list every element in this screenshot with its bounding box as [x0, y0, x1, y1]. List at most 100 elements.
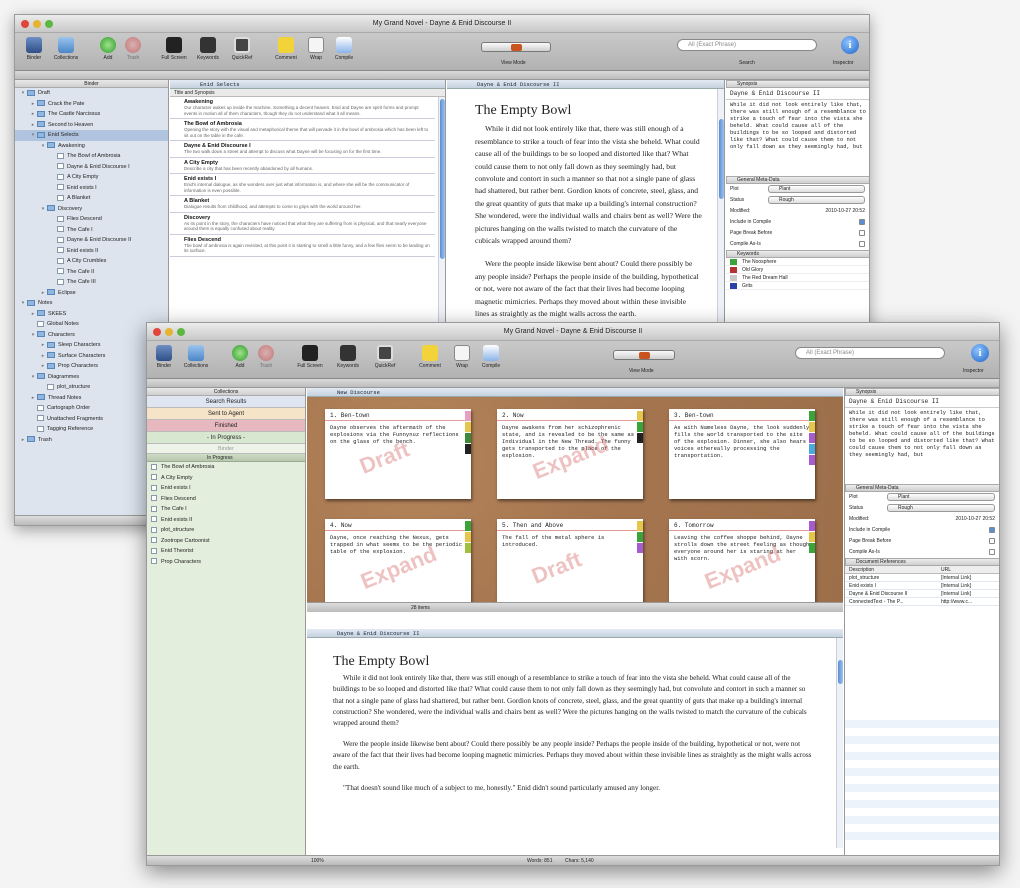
binder-item[interactable]: ▸ The Castle Narcissus [15, 109, 168, 120]
binder-item[interactable]: Dayne & Enid Discourse I [15, 162, 168, 173]
keyword-item[interactable]: The Red Dream Hall [726, 274, 869, 282]
index-card[interactable]: 2. Now Dayne awakens from her schizophren… [497, 409, 643, 499]
trash-button[interactable]: Trash [116, 37, 150, 61]
keyword-item[interactable]: Old Glory [726, 266, 869, 274]
disclosure-triangle-icon[interactable]: ▸ [39, 340, 47, 351]
in-progress-item[interactable]: Enid Theorist [147, 546, 305, 557]
disclosure-triangle-icon[interactable]: ▸ [19, 435, 27, 446]
collection-tab[interactable]: - In Progress - [147, 432, 305, 444]
reference-row[interactable]: plot_structure [Internal Link] [845, 574, 999, 582]
disclosure-triangle-icon[interactable]: ▸ [29, 309, 37, 320]
disclosure-triangle-icon[interactable]: ▾ [39, 204, 47, 215]
page-break-checkbox[interactable] [989, 538, 995, 544]
compile-button[interactable]: Compile [474, 345, 508, 369]
search-input[interactable]: All (Exact Phrase) [795, 347, 945, 359]
binder-item[interactable]: A Blanket [15, 193, 168, 204]
outline-row[interactable]: A City Empty Describe a city that has bee… [170, 158, 435, 174]
binder-item[interactable]: ▾ Discovery [15, 204, 168, 215]
inspector-icon[interactable]: i [971, 344, 989, 362]
binder-button[interactable]: Binder [17, 37, 51, 61]
synopsis-title[interactable]: Dayne & Enid Discourse II [845, 396, 999, 408]
in-progress-item[interactable]: Zootrope Cartoonist [147, 536, 305, 547]
status-select[interactable]: Rough [887, 504, 995, 512]
disclosure-triangle-icon[interactable]: ▸ [29, 109, 37, 120]
disclosure-triangle-icon[interactable]: ▸ [39, 361, 47, 372]
include-in-compile-checkbox[interactable] [859, 219, 865, 225]
binder-item[interactable]: The Cafe I [15, 225, 168, 236]
label-select[interactable]: Plant [768, 185, 865, 193]
comment-button[interactable]: Comment [269, 37, 303, 61]
binder-button[interactable]: Binder [147, 345, 181, 369]
outline-row[interactable]: The Bowl of Ambrosia Opening the story wi… [170, 119, 435, 141]
synopsis-title[interactable]: Dayne & Enid Discourse II [726, 88, 869, 100]
in-progress-item[interactable]: Prop Characters [147, 557, 305, 568]
disclosure-triangle-icon[interactable]: ▾ [29, 330, 37, 341]
outline-row[interactable]: Dayne & Enid Discourse I The two walk dow… [170, 141, 435, 158]
fullscreen-button[interactable]: Full Screen [293, 345, 327, 369]
index-card[interactable]: 1. Ben-town Dayne observes the aftermath … [325, 409, 471, 499]
binder-item[interactable]: ▾ Draft [15, 88, 168, 99]
binder-item[interactable]: A City Crumbles [15, 256, 168, 267]
outline-row[interactable]: Flies Descend The bowl of ambrosia is aga… [170, 235, 435, 257]
binder-item[interactable]: ▸ SKEES [15, 309, 168, 320]
binder-item[interactable]: ▸ Crack the Pate [15, 99, 168, 110]
outline-row[interactable]: Discovery As its point in the story, the … [170, 213, 435, 235]
keywords-button[interactable]: Keywords [331, 345, 365, 369]
search-input[interactable]: All (Exact Phrase) [677, 39, 817, 51]
binder-item[interactable]: ▾ Awakening [15, 141, 168, 152]
minimize-icon[interactable] [165, 328, 173, 336]
collection-tab[interactable]: Finished [147, 420, 305, 432]
binder-item[interactable]: ▸ Second to Heaven [15, 120, 168, 131]
collections-button[interactable]: Collections [49, 37, 83, 61]
index-card[interactable]: 5. Then and Above The fall of the metal s… [497, 519, 643, 609]
format-bar[interactable] [15, 71, 869, 80]
binder-item[interactable]: The Cafe III [15, 277, 168, 288]
disclosure-triangle-icon[interactable]: ▸ [29, 99, 37, 110]
outline-row[interactable]: A Blanket Dialogue results from childhood… [170, 196, 435, 213]
view-mode-control[interactable] [481, 42, 551, 52]
synopsis-text[interactable]: While it did not look entirely like that… [726, 100, 869, 176]
in-progress-item[interactable]: The Bowl of Ambrosia [147, 462, 305, 473]
outline-row[interactable]: Awakening Our character wakes up inside t… [170, 97, 435, 119]
keyword-item[interactable]: Grits [726, 282, 869, 290]
zoom-icon[interactable] [177, 328, 185, 336]
binder-tab[interactable]: Binder [147, 444, 305, 454]
binder-item[interactable]: ▸ Eclipse [15, 288, 168, 299]
compile-as-is-checkbox[interactable] [859, 241, 865, 247]
keyword-item[interactable]: The Noosphere [726, 258, 869, 266]
in-progress-item[interactable]: plot_structure [147, 525, 305, 536]
binder-item[interactable]: Flies Descend [15, 214, 168, 225]
close-icon[interactable] [153, 328, 161, 336]
zoom-level[interactable]: 100% [311, 856, 324, 865]
document-text[interactable]: The Empty Bowl While it did not look ent… [447, 89, 724, 321]
disclosure-triangle-icon[interactable]: ▸ [29, 120, 37, 131]
view-mode-control[interactable] [613, 350, 675, 360]
synopsis-text[interactable]: While it did not look entirely like that… [845, 408, 999, 484]
fullscreen-button[interactable]: Full Screen [157, 37, 191, 61]
collection-tab[interactable]: Search Results [147, 396, 305, 408]
column-url[interactable]: URL [941, 566, 951, 573]
page-break-checkbox[interactable] [859, 230, 865, 236]
disclosure-triangle-icon[interactable]: ▾ [19, 298, 27, 309]
index-card[interactable]: 3. Ben-town As with Nameless Dayne, the l… [669, 409, 815, 499]
binder-item[interactable]: The Bowl of Ambrosia [15, 151, 168, 162]
trash-button[interactable]: Trash [249, 345, 283, 369]
disclosure-triangle-icon[interactable]: ▾ [29, 372, 37, 383]
index-card[interactable]: 6. Tomorrow Leaving the coffee shoppe beh… [669, 519, 815, 609]
zoom-icon[interactable] [45, 20, 53, 28]
inspector-icon[interactable]: i [841, 36, 859, 54]
minimize-icon[interactable] [33, 20, 41, 28]
column-description[interactable]: Description [845, 566, 941, 573]
index-card[interactable]: 4. Now Dayne, once reaching the Nexus, ge… [325, 519, 471, 609]
binder-item[interactable]: ▾ Notes [15, 298, 168, 309]
status-select[interactable]: Rough [768, 196, 865, 204]
close-icon[interactable] [21, 20, 29, 28]
binder-item[interactable]: Enid exists I [15, 183, 168, 194]
in-progress-item[interactable]: Enid exists II [147, 515, 305, 526]
include-in-compile-checkbox[interactable] [989, 527, 995, 533]
compile-as-is-checkbox[interactable] [989, 549, 995, 555]
binder-item[interactable]: Dayne & Enid Discourse II [15, 235, 168, 246]
format-bar[interactable] [147, 379, 999, 388]
outline-row[interactable]: Enid exists I Enid's internal dialogue, a… [170, 174, 435, 196]
disclosure-triangle-icon[interactable]: ▸ [39, 288, 47, 299]
